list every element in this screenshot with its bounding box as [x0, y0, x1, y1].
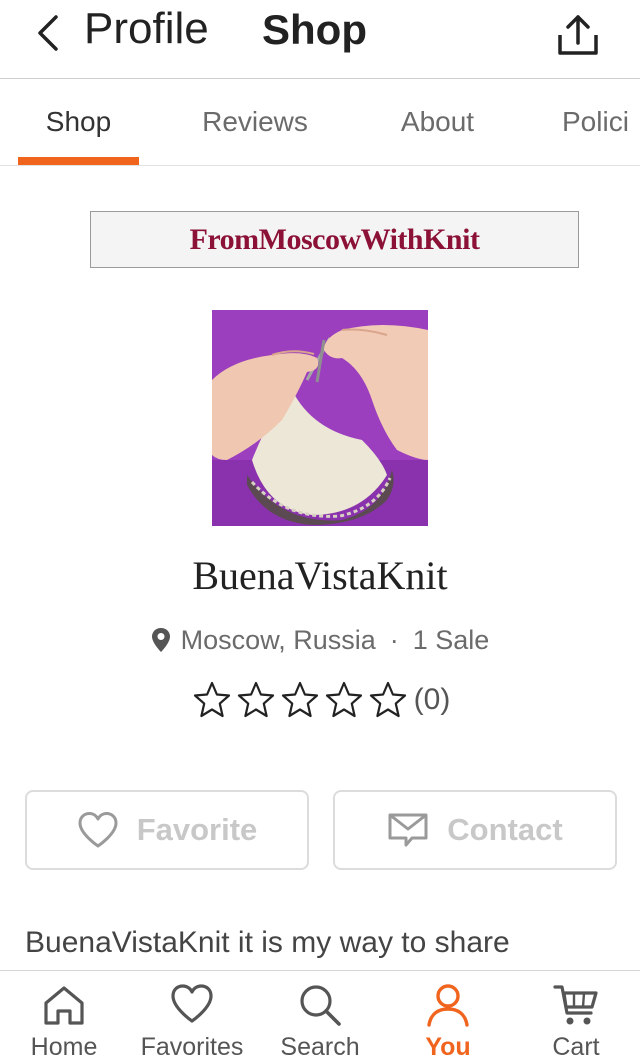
user-icon — [427, 984, 469, 1027]
contact-shop-button[interactable]: Contact — [333, 790, 617, 870]
active-tab-indicator — [18, 157, 139, 165]
tab-about[interactable]: About — [380, 79, 495, 165]
tab-policies[interactable]: Polici — [562, 79, 640, 165]
nav-favorites-label: Favorites — [140, 1033, 244, 1061]
nav-search[interactable]: Search — [256, 971, 384, 1064]
cart-icon — [553, 985, 598, 1025]
favorite-shop-button[interactable]: Favorite — [25, 790, 309, 870]
shop-location: Moscow, Russia — [180, 624, 376, 655]
shop-rating[interactable]: (0) — [0, 678, 640, 722]
shop-sales-count: 1 Sale — [412, 624, 490, 655]
nav-cart[interactable]: Cart — [512, 971, 640, 1064]
star-empty-icon — [193, 681, 230, 718]
nav-you[interactable]: You — [384, 971, 512, 1064]
share-icon — [558, 15, 598, 55]
message-icon — [388, 813, 428, 847]
nav-home[interactable]: Home — [0, 971, 128, 1064]
shop-banner: FromMoscowWithKnit — [90, 211, 579, 268]
back-button[interactable] — [22, 8, 72, 58]
search-icon — [300, 985, 341, 1026]
nav-home-label: Home — [30, 1033, 98, 1061]
contact-label: Contact — [447, 812, 563, 847]
back-label[interactable]: Profile — [84, 4, 209, 54]
nav-cart-label: Cart — [552, 1033, 600, 1061]
shop-tabs: Shop Reviews About Polici — [0, 79, 640, 166]
nav-you-label: You — [425, 1033, 471, 1061]
shop-name: BuenaVistaKnit — [192, 553, 448, 598]
heart-icon — [171, 984, 213, 1023]
shop-meta: Moscow, Russia · 1 Sale — [0, 620, 640, 660]
tab-reviews[interactable]: Reviews — [190, 79, 320, 165]
tab-shop[interactable]: Shop — [18, 79, 139, 165]
star-empty-icon — [325, 681, 362, 718]
nav-favorites[interactable]: Favorites — [128, 971, 256, 1064]
star-empty-icon — [369, 681, 406, 718]
review-count: (0) — [413, 683, 451, 716]
shop-description: BuenaVistaKnit it is my way to share — [25, 926, 510, 959]
page-title: Shop — [262, 6, 367, 53]
nav-search-label: Search — [280, 1033, 360, 1061]
location-pin-icon — [151, 628, 170, 652]
shop-avatar-image — [212, 310, 428, 526]
home-icon — [44, 986, 84, 1025]
meta-separator: · — [389, 624, 399, 655]
favorite-label: Favorite — [136, 812, 258, 847]
top-bar: Profile Shop — [0, 0, 640, 79]
star-empty-icon — [237, 681, 274, 718]
bottom-nav: Home Favorites Search You Cart — [0, 970, 640, 1064]
star-empty-icon — [281, 681, 318, 718]
share-button[interactable] — [552, 10, 604, 60]
banner-text: FromMoscowWithKnit — [189, 222, 480, 256]
chevron-left-icon — [38, 15, 58, 51]
heart-icon — [78, 812, 118, 848]
